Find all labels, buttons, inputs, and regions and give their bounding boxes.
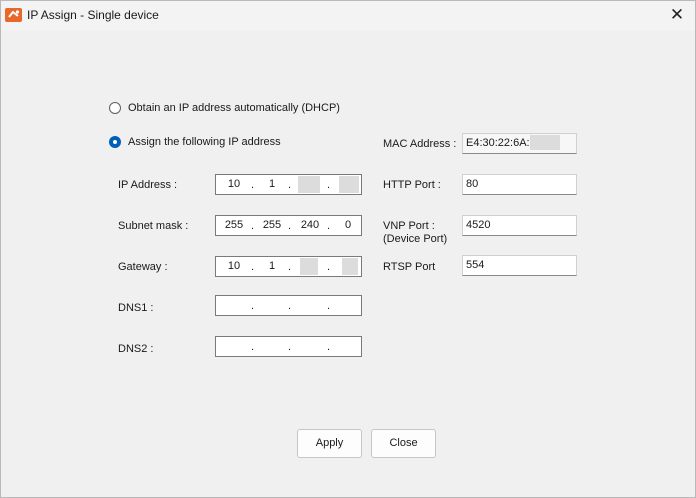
static-ip-label: Assign the following IP address [128,136,281,148]
dns1-field[interactable]: . . . [215,295,362,316]
ip-dot: . [251,341,255,353]
apply-button[interactable]: Apply [297,429,362,458]
mac-address-field: E4:30:22:6A: [462,133,577,154]
ip-octet-4[interactable] [339,176,359,193]
dns2-octet-3[interactable] [296,338,324,355]
static-ip-radio[interactable] [109,136,121,148]
ip-dot: . [288,179,292,191]
ip-dot: . [327,300,331,312]
dns1-octet-2[interactable] [258,297,286,314]
dns2-octet-2[interactable] [258,338,286,355]
ip-dot: . [251,300,255,312]
vnp-port-sublabel: (Device Port) [383,233,448,245]
dns1-octet-1[interactable] [220,297,248,314]
ip-octet-1[interactable]: 10 [220,176,248,193]
mac-address-value: E4:30:22:6A: [466,137,530,149]
dns2-octet-1[interactable] [220,338,248,355]
mac-address-label: MAC Address : [383,138,457,150]
ip-address-field[interactable]: 10 . 1 . . [215,174,362,195]
ip-dot: . [288,341,292,353]
gateway-label: Gateway : [118,261,168,273]
ip-dot: . [327,179,331,191]
ip-dot: . [251,220,255,232]
ip-dot: . [327,220,331,232]
ip-dot: . [288,220,292,232]
subnet-octet-1[interactable]: 255 [220,217,248,234]
http-port-input[interactable]: 80 [462,174,577,195]
vnp-port-input[interactable]: 4520 [462,215,577,236]
dns2-octet-4[interactable] [334,338,362,355]
subnet-octet-2[interactable]: 255 [258,217,286,234]
ip-assign-dialog: IP Assign - Single device ✕ Obtain an IP… [0,0,696,498]
vnp-port-label: VNP Port : [383,220,435,232]
subnet-mask-field[interactable]: 255 . 255 . 240 . 0 [215,215,362,236]
subnet-mask-label: Subnet mask : [118,220,189,232]
gateway-field[interactable]: 10 . 1 . . [215,256,362,277]
title-bar: IP Assign - Single device ✕ [1,1,695,31]
subnet-octet-3[interactable]: 240 [296,217,324,234]
mac-redacted-mask [529,134,560,150]
http-port-label: HTTP Port : [383,179,441,191]
ip-dot: . [251,179,255,191]
app-logo-icon [5,7,23,23]
ip-dot: . [251,261,255,273]
ip-dot: . [327,341,331,353]
close-window-icon[interactable]: ✕ [659,1,695,29]
ip-octet-3[interactable] [298,176,320,193]
window-title: IP Assign - Single device [27,8,159,22]
dhcp-radio[interactable] [109,102,121,114]
gateway-octet-4[interactable] [342,258,358,275]
gateway-octet-2[interactable]: 1 [258,258,286,275]
static-ip-option[interactable]: Assign the following IP address [109,136,281,148]
rtsp-port-input[interactable]: 554 [462,255,577,276]
gateway-octet-3[interactable] [300,258,318,275]
ip-dot: . [288,261,292,273]
dhcp-option[interactable]: Obtain an IP address automatically (DHCP… [109,102,340,114]
gateway-octet-1[interactable]: 10 [220,258,248,275]
rtsp-port-label: RTSP Port [383,261,436,273]
dns1-label: DNS1 : [118,302,154,314]
ip-dot: . [288,300,292,312]
dns1-octet-3[interactable] [296,297,324,314]
dhcp-label: Obtain an IP address automatically (DHCP… [128,102,340,114]
dns2-label: DNS2 : [118,343,154,355]
ip-address-label: IP Address : [118,179,178,191]
dns2-field[interactable]: . . . [215,336,362,357]
close-button[interactable]: Close [371,429,436,458]
ip-dot: . [327,261,331,273]
subnet-octet-4[interactable]: 0 [334,217,362,234]
dns1-octet-4[interactable] [334,297,362,314]
ip-octet-2[interactable]: 1 [258,176,286,193]
